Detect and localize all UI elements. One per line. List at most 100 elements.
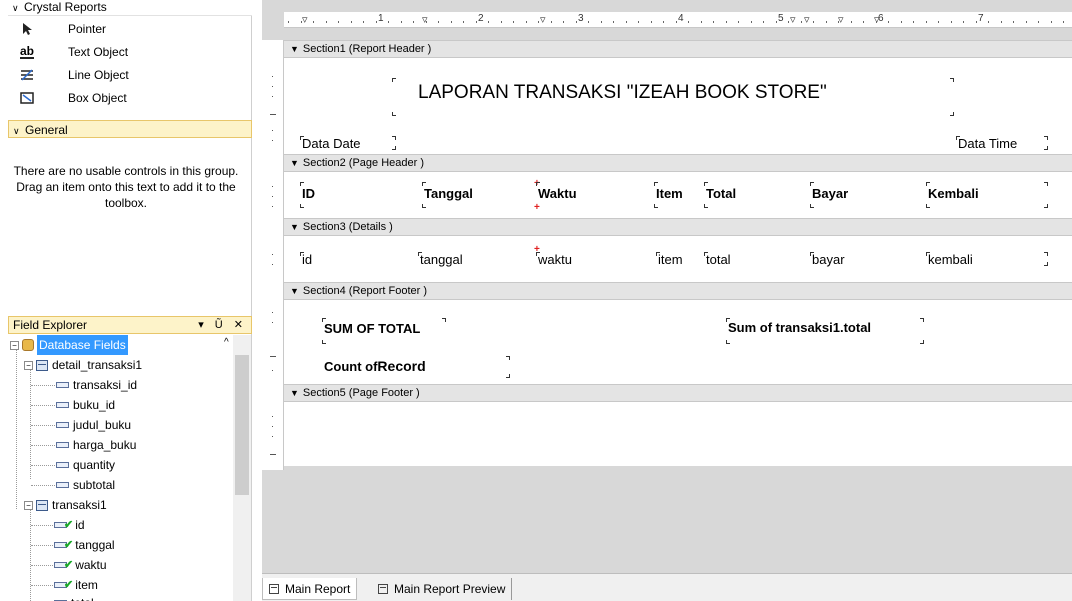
- collapse-icon[interactable]: −: [24, 500, 33, 510]
- section-body-page-header[interactable]: ID Tanggal + + Waktu Item Total Bayar Ke…: [284, 172, 1072, 218]
- tree-node-field[interactable]: total: [54, 593, 94, 601]
- section-body-page-footer[interactable]: [284, 402, 1072, 466]
- tree-node-field-used[interactable]: ✔ item: [54, 575, 98, 595]
- detail-waktu[interactable]: waktu: [538, 252, 572, 267]
- data-time-field[interactable]: Data Time: [958, 136, 1017, 151]
- ruler-tick: [738, 21, 739, 23]
- section-body-report-header[interactable]: LAPORAN TRANSAKSI "IZEAH BOOK STORE" Dat…: [284, 58, 1072, 154]
- field-explorer-scrollbar[interactable]: [233, 335, 251, 601]
- toolbox-item-text-object[interactable]: ab Text Object: [16, 41, 236, 63]
- field-explorer-tree: − Database Fields ^ − detail_transaksi1 …: [8, 335, 252, 601]
- ruler-tick: [1000, 21, 1002, 23]
- left-panel: ∨ Crystal Reports Pointer ab Text Object …: [0, 0, 252, 601]
- ruler-tick: [938, 21, 939, 23]
- ruler-tick: [763, 21, 764, 23]
- panel-pin-close-icon[interactable]: ▾ Ũ ✕: [198, 317, 247, 333]
- ruler-tick: [675, 21, 677, 23]
- ruler-guide-icon[interactable]: ▿: [790, 13, 796, 26]
- section-header-report-footer[interactable]: ▼ Section4 (Report Footer ): [284, 282, 1072, 300]
- tree-node-field-used[interactable]: ✔ id: [54, 515, 85, 535]
- toolbox-group-crystal-reports[interactable]: ∨ Crystal Reports: [8, 0, 252, 16]
- vertical-ruler: [262, 40, 284, 470]
- header-tanggal[interactable]: Tanggal: [424, 186, 473, 201]
- tree-node-field-used[interactable]: ✔ waktu: [54, 555, 107, 575]
- ruler-guide-icon[interactable]: ▿: [838, 13, 844, 26]
- ruler-tick: [825, 21, 827, 23]
- toolbox-item-pointer[interactable]: Pointer: [16, 18, 236, 40]
- tree-node-field-used[interactable]: ✔ tanggal: [54, 535, 115, 555]
- ruler-guide-icon[interactable]: ▿: [804, 13, 810, 26]
- field-icon: [56, 462, 69, 468]
- header-bayar[interactable]: Bayar: [812, 186, 848, 201]
- ruler-tick: [513, 21, 514, 23]
- scroll-up-icon[interactable]: ^: [224, 337, 229, 348]
- section-header-page-header[interactable]: ▼ Section2 (Page Header ): [284, 154, 1072, 172]
- tree-node-database-fields[interactable]: − Database Fields: [10, 335, 128, 355]
- data-date-field[interactable]: Data Date: [302, 136, 361, 151]
- ruler-tick: [963, 21, 964, 23]
- field-icon: [56, 442, 69, 448]
- detail-tanggal[interactable]: tanggal: [420, 252, 463, 267]
- collapse-icon[interactable]: −: [10, 340, 19, 350]
- section-header-page-footer[interactable]: ▼ Section5 (Page Footer ): [284, 384, 1072, 402]
- report-designer: 1 2 3 4 5 6 7 ▿ ▿ ▿ ▿ ▿ ▿ ▿ ▼ Section1 (R…: [262, 0, 1072, 601]
- collapse-triangle-icon[interactable]: ▼: [290, 286, 299, 296]
- detail-id[interactable]: id: [302, 252, 312, 267]
- ruler-tick: [988, 21, 989, 23]
- toolbox-item-line-object[interactable]: Line Object: [16, 64, 236, 86]
- ruler-tick: [350, 21, 352, 23]
- red-marker-icon: +: [534, 202, 540, 213]
- collapse-triangle-icon[interactable]: ▼: [290, 44, 299, 54]
- header-item[interactable]: Item: [656, 186, 683, 201]
- section-header-details[interactable]: ▼ Section3 (Details ): [284, 218, 1072, 236]
- collapse-triangle-icon[interactable]: ▼: [290, 388, 299, 398]
- detail-item[interactable]: item: [658, 252, 683, 267]
- tree-node-field[interactable]: judul_buku: [56, 415, 131, 435]
- tree-node-field[interactable]: quantity: [56, 455, 115, 475]
- tab-main-report-preview[interactable]: Main Report Preview: [372, 578, 513, 600]
- preview-icon: [378, 584, 388, 594]
- scrollbar-thumb[interactable]: [235, 355, 249, 495]
- ruler-tick: [750, 21, 752, 23]
- tree-node-table-detail-transaksi1[interactable]: − detail_transaksi1: [24, 355, 142, 375]
- ruler-tick: [1050, 21, 1052, 23]
- header-total[interactable]: Total: [706, 186, 736, 201]
- ruler-guide-icon[interactable]: ▿: [874, 13, 880, 26]
- section-header-report-header[interactable]: ▼ Section1 (Report Header ): [284, 40, 1072, 58]
- collapse-triangle-icon[interactable]: ▼: [290, 158, 299, 168]
- ruler-tick: [650, 21, 652, 23]
- report-title[interactable]: LAPORAN TRANSAKSI "IZEAH BOOK STORE": [418, 82, 827, 104]
- detail-total[interactable]: total: [706, 252, 731, 267]
- header-waktu[interactable]: Waktu: [538, 186, 577, 201]
- tree-node-field[interactable]: harga_buku: [56, 435, 136, 455]
- tree-node-table-transaksi1[interactable]: − transaksi1: [24, 495, 107, 515]
- detail-kembali[interactable]: kembali: [928, 252, 973, 267]
- count-of-record-label[interactable]: Count ofRecord: [324, 358, 426, 374]
- ruler-tick: [388, 21, 389, 23]
- ruler-guide-icon[interactable]: ▿: [302, 13, 308, 26]
- section-body-details[interactable]: id tanggal + waktu item total bayar kemb…: [284, 236, 1072, 282]
- ruler-tick: [375, 21, 377, 23]
- ruler-tick: [950, 21, 952, 23]
- ruler-tick: [488, 21, 489, 23]
- collapse-icon[interactable]: −: [24, 360, 33, 370]
- header-id[interactable]: ID: [302, 186, 315, 201]
- ruler-guide-icon[interactable]: ▿: [540, 13, 546, 26]
- toolbox-item-box-object[interactable]: Box Object: [16, 87, 236, 109]
- collapse-triangle-icon[interactable]: ▼: [290, 222, 299, 232]
- header-kembali[interactable]: Kembali: [928, 186, 979, 201]
- toolbox-group-general[interactable]: ∨ General: [8, 120, 252, 138]
- tree-node-field[interactable]: transaksi_id: [56, 375, 137, 395]
- report-icon: [269, 583, 279, 594]
- tree-node-field[interactable]: subtotal: [56, 475, 115, 495]
- horizontal-ruler[interactable]: 1 2 3 4 5 6 7 ▿ ▿ ▿ ▿ ▿ ▿ ▿: [284, 12, 1072, 28]
- field-icon: [56, 482, 69, 488]
- detail-bayar[interactable]: bayar: [812, 252, 845, 267]
- tree-node-field[interactable]: buku_id: [56, 395, 115, 415]
- ruler-guide-icon[interactable]: ▿: [422, 13, 428, 26]
- sum-of-total-field[interactable]: Sum of transaksi1.total: [728, 320, 871, 335]
- ruler-tick: [475, 21, 477, 23]
- sum-of-total-label[interactable]: SUM OF TOTAL: [324, 321, 420, 336]
- section-body-report-footer[interactable]: SUM OF TOTAL Sum of transaksi1.total Cou…: [284, 300, 1072, 384]
- tab-main-report[interactable]: Main Report: [262, 578, 358, 600]
